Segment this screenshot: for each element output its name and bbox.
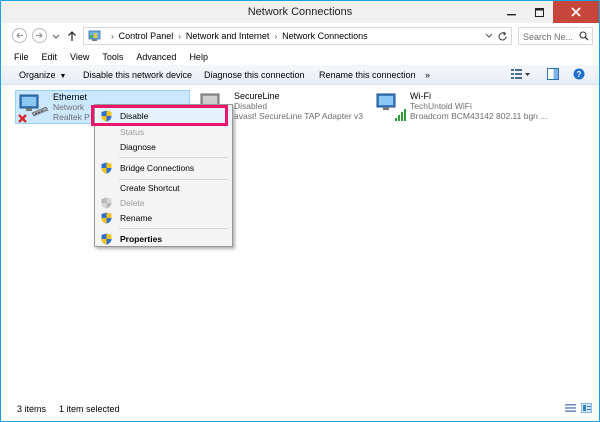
- control-panel-icon: [88, 30, 101, 41]
- more-commands-button[interactable]: »: [425, 69, 430, 81]
- uac-shield-icon: [101, 162, 112, 174]
- connection-status: Network: [53, 102, 85, 112]
- breadcrumb-network-and-internet[interactable]: Network and Internet: [186, 31, 270, 41]
- back-arrow-icon: [16, 32, 23, 39]
- menu-advanced[interactable]: Advanced: [136, 49, 176, 65]
- uac-shield-icon: [101, 197, 112, 209]
- search-input[interactable]: [523, 31, 579, 42]
- context-rename[interactable]: Rename: [97, 209, 230, 227]
- window-controls: [497, 1, 599, 23]
- context-properties-label: Properties: [120, 234, 163, 244]
- search-icon[interactable]: [579, 31, 589, 41]
- title-bar[interactable]: Network Connections: [1, 1, 599, 23]
- up-button[interactable]: [66, 28, 78, 43]
- diagnose-connection-button[interactable]: Diagnose this connection: [204, 69, 305, 81]
- uac-shield-icon: [101, 212, 112, 224]
- connection-name: SecureLine: [234, 91, 280, 101]
- chevron-down-icon: [52, 34, 60, 39]
- command-bar: Organize ▼ Disable this network device Di…: [1, 65, 599, 85]
- wifi-texts: Wi-Fi TechUntold WiFi Broadcom BCM43142 …: [410, 91, 547, 121]
- context-diagnose-label: Diagnose: [120, 142, 156, 152]
- change-view-button[interactable]: [511, 68, 531, 82]
- connection-name: Wi-Fi: [410, 91, 431, 101]
- search-box[interactable]: [518, 27, 593, 45]
- connection-status: Disabled: [234, 101, 268, 111]
- menu-help[interactable]: Help: [189, 49, 208, 65]
- context-bridge-connections[interactable]: Bridge Connections: [97, 159, 230, 177]
- context-status-label: Status: [120, 127, 145, 137]
- help-icon: ?: [573, 68, 585, 80]
- secureline-texts: SecureLine Disabled avast! SecureLine TA…: [234, 91, 363, 121]
- organize-button[interactable]: Organize ▼: [19, 69, 66, 83]
- menu-bar: File Edit View Tools Advanced Help: [1, 49, 599, 65]
- connection-wifi[interactable]: Wi-Fi TechUntold WiFi Broadcom BCM43142 …: [373, 90, 548, 124]
- connection-adapter: Realtek P: [53, 112, 90, 122]
- close-icon: [571, 7, 581, 17]
- up-arrow-icon: [68, 30, 76, 41]
- ethernet-adapter-icon: [18, 94, 49, 123]
- connection-adapter: avast! SecureLine TAP Adapter v3: [234, 111, 363, 121]
- breadcrumb: › Control Panel › Network and Internet ›…: [106, 31, 368, 41]
- connection-name: Ethernet: [53, 92, 88, 102]
- details-view-button[interactable]: [565, 403, 576, 415]
- connection-adapter: Broadcom BCM43142 802.11 bgn ...: [410, 111, 548, 121]
- selection-count: 1 item selected: [59, 404, 120, 414]
- preview-pane-icon: [547, 68, 559, 80]
- help-button[interactable]: ?: [573, 68, 585, 82]
- context-separator: [119, 157, 228, 158]
- item-count: 3 items: [17, 404, 47, 414]
- wifi-adapter-icon: [376, 93, 406, 121]
- context-shortcut-label: Create Shortcut: [120, 183, 180, 193]
- connections-list: Ethernet Network Realtek P SecureLine Di…: [1, 86, 599, 398]
- organize-caret-icon: ▼: [59, 73, 67, 80]
- preview-pane-button[interactable]: [547, 68, 559, 82]
- context-rename-label: Rename: [120, 213, 153, 223]
- details-view-icon: [565, 404, 576, 412]
- connection-status: TechUntold WiFi: [410, 101, 472, 111]
- context-properties[interactable]: Properties: [97, 230, 230, 248]
- context-separator: [119, 228, 228, 229]
- view-options-icon: [511, 69, 530, 79]
- breadcrumb-separator[interactable]: ›: [274, 32, 277, 41]
- explorer-window: Network Connections › Control Panel › Ne…: [0, 0, 600, 422]
- menu-view[interactable]: View: [70, 49, 89, 65]
- organize-label: Organize: [19, 70, 56, 80]
- breadcrumb-separator: ›: [111, 31, 114, 41]
- breadcrumb-separator[interactable]: ›: [178, 32, 181, 41]
- address-dropdown-icon[interactable]: [485, 33, 493, 39]
- maximize-button[interactable]: [525, 1, 553, 23]
- breadcrumb-control-panel[interactable]: Control Panel: [119, 31, 174, 41]
- back-button[interactable]: [12, 28, 27, 43]
- menu-edit[interactable]: Edit: [42, 49, 58, 65]
- rename-connection-button[interactable]: Rename this connection: [319, 69, 416, 81]
- refresh-icon[interactable]: [497, 31, 508, 42]
- context-diagnose[interactable]: Diagnose: [97, 138, 230, 156]
- menu-file[interactable]: File: [14, 49, 29, 65]
- menu-tools[interactable]: Tools: [102, 49, 123, 65]
- tiles-view-icon: [580, 402, 593, 414]
- highlight-annotation: [91, 105, 228, 126]
- context-delete-label: Delete: [120, 198, 145, 208]
- breadcrumb-network-connections[interactable]: Network Connections: [282, 31, 368, 41]
- svg-text:?: ?: [577, 70, 582, 79]
- uac-shield-icon: [101, 233, 112, 245]
- address-row: › Control Panel › Network and Internet ›…: [1, 25, 599, 47]
- disable-device-button[interactable]: Disable this network device: [83, 69, 192, 81]
- maximize-icon: [534, 7, 544, 17]
- tiles-view-button[interactable]: [580, 402, 593, 415]
- close-button[interactable]: [553, 1, 599, 23]
- address-bar[interactable]: › Control Panel › Network and Internet ›…: [83, 27, 512, 45]
- minimize-icon: [506, 13, 516, 15]
- forward-arrow-icon: [36, 32, 43, 39]
- context-bridge-label: Bridge Connections: [120, 163, 195, 173]
- minimize-button[interactable]: [497, 1, 525, 23]
- forward-button[interactable]: [32, 28, 47, 43]
- recent-locations-button[interactable]: [52, 32, 60, 40]
- ethernet-texts: Ethernet Network Realtek P: [53, 92, 90, 122]
- status-bar: 3 items 1 item selected: [1, 398, 599, 421]
